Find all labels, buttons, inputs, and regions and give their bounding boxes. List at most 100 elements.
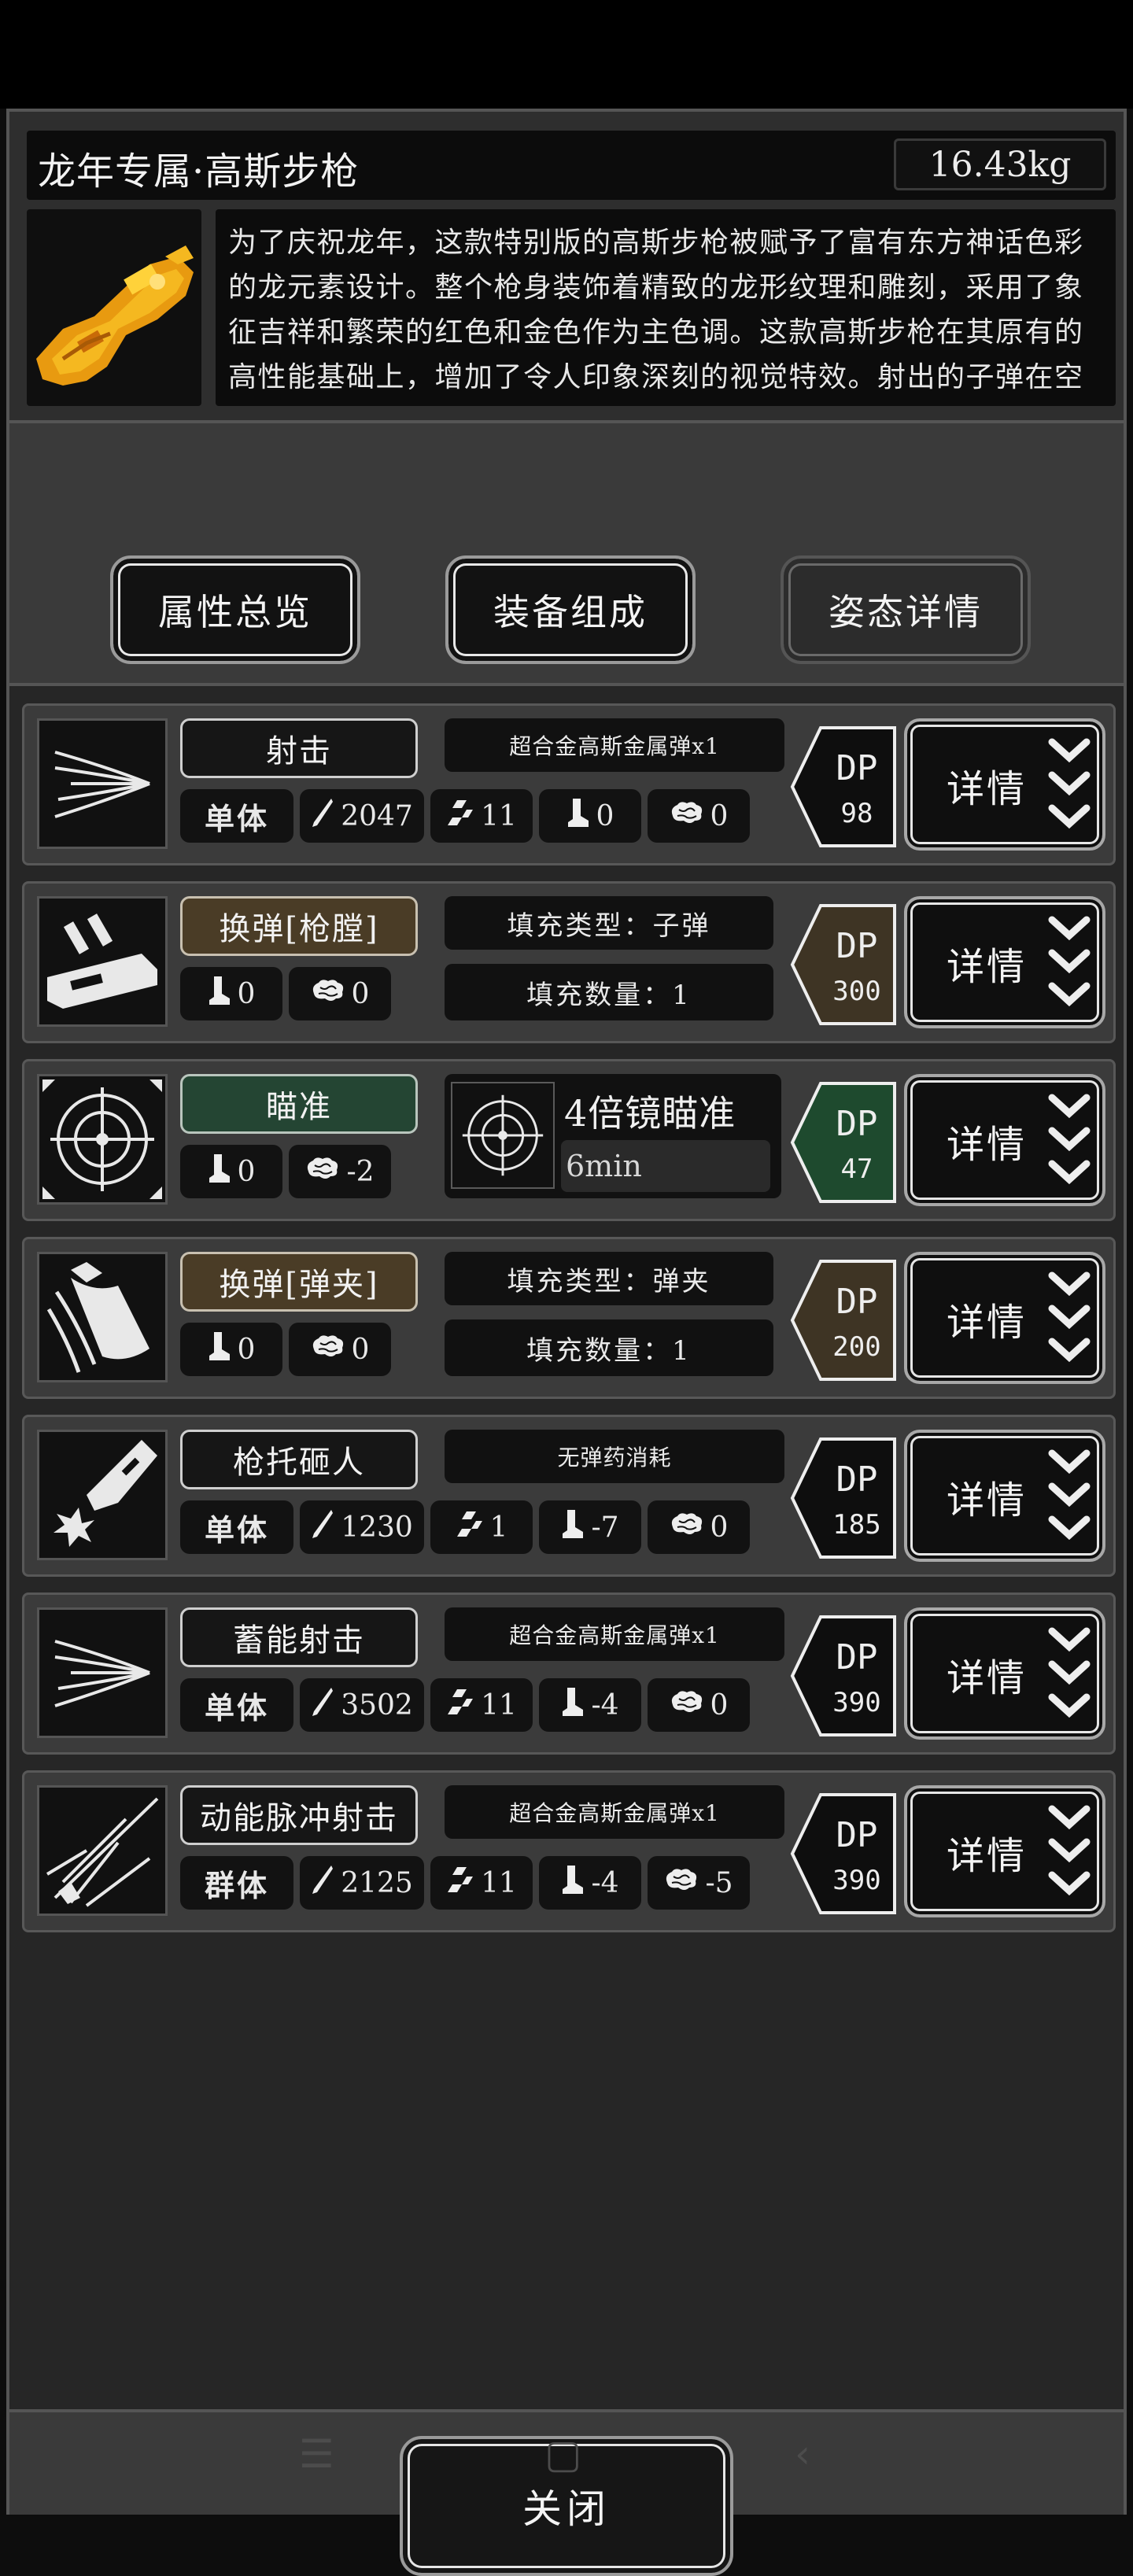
target-type: 单体: [180, 1500, 293, 1554]
stock-bash-icon: [37, 1430, 168, 1560]
detail-button[interactable]: 详情: [904, 1074, 1105, 1206]
svg-text:DP: DP: [836, 1282, 878, 1322]
detail-button[interactable]: 详情: [904, 718, 1105, 851]
move-stat: 0: [180, 1145, 282, 1198]
skill-stats: 单体 1230 1 -7 0: [180, 1500, 750, 1554]
skill-list: 射击 单体 2047 11 0 0 超合金高斯金属弹x1 DP 98 详情 换弹…: [9, 686, 1124, 2409]
brain-stat: 0: [648, 1678, 750, 1732]
dp-badge: DP 47: [789, 1072, 899, 1212]
skill-name-button[interactable]: 瞄准: [180, 1074, 418, 1134]
detail-button[interactable]: 详情: [904, 1785, 1105, 1917]
scope-effect: 4倍镜瞄准 6min: [445, 1074, 781, 1198]
tab-equipment-composition[interactable]: 装备组成: [445, 555, 696, 664]
attack-stat: 2125: [300, 1856, 424, 1910]
tab-stance-details[interactable]: 姿态详情: [781, 555, 1031, 664]
skill-stats: 0 -2: [180, 1145, 391, 1198]
svg-text:DP: DP: [836, 1637, 878, 1677]
checker-icon: [456, 1510, 484, 1545]
detail-label: 详情: [947, 1656, 1028, 1700]
target-type: 单体: [180, 1678, 293, 1732]
skill-name-button[interactable]: 蓄能射击: [180, 1607, 418, 1667]
boot-icon: [561, 1864, 585, 1902]
attack-stat: 1230: [300, 1500, 424, 1554]
brain-value: -5: [705, 1866, 733, 1899]
checker-icon: [446, 799, 474, 834]
dp-value: 390: [832, 1687, 880, 1718]
speed-value: 1: [489, 1511, 508, 1544]
move-value: -4: [591, 1688, 619, 1722]
boot-icon: [561, 1508, 585, 1547]
menu-icon[interactable]: ☰: [299, 2431, 334, 2477]
detail-button[interactable]: 详情: [904, 1252, 1105, 1384]
brain-stat: -5: [648, 1856, 750, 1910]
brain-icon: [311, 1334, 345, 1366]
dp-value: 98: [841, 798, 873, 829]
move-stat: -4: [539, 1678, 641, 1732]
attack-value: 1230: [341, 1511, 413, 1544]
scope-title: 4倍镜瞄准: [564, 1092, 736, 1135]
chevron-down-icon: [1048, 1094, 1091, 1185]
skill-stats: 0 0: [180, 1323, 391, 1376]
boot-icon: [561, 1686, 585, 1725]
ammo-info: 超合金高斯金属弹x1: [445, 718, 784, 772]
skill-name-button[interactable]: 换弹[弹夹]: [180, 1252, 418, 1312]
ammo-info: 超合金高斯金属弹x1: [445, 1607, 784, 1661]
speed-value: 11: [481, 799, 517, 832]
detail-label: 详情: [947, 1123, 1028, 1167]
attack-stat: 2047: [300, 789, 424, 843]
brain-value: 0: [710, 1511, 729, 1544]
dp-badge: DP 390: [789, 1784, 899, 1924]
tab-attribute-overview[interactable]: 属性总览: [110, 555, 360, 664]
ammo-info: 超合金高斯金属弹x1: [445, 1785, 784, 1839]
brain-stat: 0: [289, 967, 391, 1020]
brain-stat: -2: [289, 1145, 391, 1198]
dp-value: 300: [832, 976, 880, 1007]
skill-name-button[interactable]: 枪托砸人: [180, 1430, 418, 1489]
dp-value: 185: [832, 1509, 880, 1541]
detail-button[interactable]: 详情: [904, 1430, 1105, 1562]
boot-icon: [566, 797, 590, 836]
skill-row-aim: 瞄准 0 -2 4倍镜瞄准 6min DP 47 详情: [22, 1059, 1116, 1221]
detail-label: 详情: [947, 1301, 1028, 1345]
speed-value: 11: [481, 1866, 517, 1899]
weapon-title: 龙年专属·高斯步枪: [38, 149, 360, 194]
detail-label: 详情: [947, 945, 1028, 989]
scope-icon: [451, 1082, 555, 1189]
speed-stat: 1: [430, 1500, 533, 1554]
detail-button[interactable]: 详情: [904, 896, 1105, 1028]
dp-badge: DP 200: [789, 1250, 899, 1390]
brain-stat: 0: [648, 789, 750, 843]
charged-shot-icon: [37, 1607, 168, 1738]
skill-name-button[interactable]: 动能脉冲射击: [180, 1785, 418, 1845]
checker-icon: [446, 1866, 474, 1901]
fill-type: 填充类型：弹夹: [445, 1252, 773, 1305]
target-type: 群体: [180, 1856, 293, 1910]
skill-name-button[interactable]: 射击: [180, 718, 418, 778]
brain-value: 0: [351, 1333, 370, 1366]
brain-value: 0: [710, 1688, 729, 1722]
dp-value: 47: [841, 1153, 873, 1185]
detail-label: 详情: [947, 1834, 1028, 1878]
dp-badge: DP 98: [789, 717, 899, 857]
brain-icon: [311, 978, 345, 1010]
skill-row-stock-bash: 枪托砸人 单体 1230 1 -7 0 无弹药消耗 DP 185 详情: [22, 1415, 1116, 1577]
svg-text:DP: DP: [836, 926, 878, 966]
speed-stat: 11: [430, 1856, 533, 1910]
back-icon[interactable]: ‹: [795, 2431, 810, 2477]
detail-label: 详情: [947, 767, 1028, 811]
home-icon[interactable]: ▢: [544, 2431, 581, 2477]
brain-icon: [664, 1867, 699, 1899]
ammo-info: 无弹药消耗: [445, 1430, 784, 1483]
tab-bar: 属性总览 装备组成 姿态详情: [9, 423, 1124, 683]
attack-value: 2125: [341, 1866, 413, 1899]
move-stat: 0: [180, 1323, 282, 1376]
speed-stat: 11: [430, 1678, 533, 1732]
skill-name-button[interactable]: 换弹[枪膛]: [180, 896, 418, 956]
move-value: 0: [237, 1155, 256, 1188]
detail-label: 详情: [947, 1478, 1028, 1522]
brain-value: 0: [351, 977, 370, 1010]
detail-button[interactable]: 详情: [904, 1607, 1105, 1740]
dp-value: 200: [832, 1331, 880, 1363]
sword-icon: [311, 797, 334, 836]
weapon-description[interactable]: 为了庆祝龙年，这款特别版的高斯步枪被赋予了富有东方神话色彩的龙元素设计。整个枪身…: [216, 209, 1116, 406]
